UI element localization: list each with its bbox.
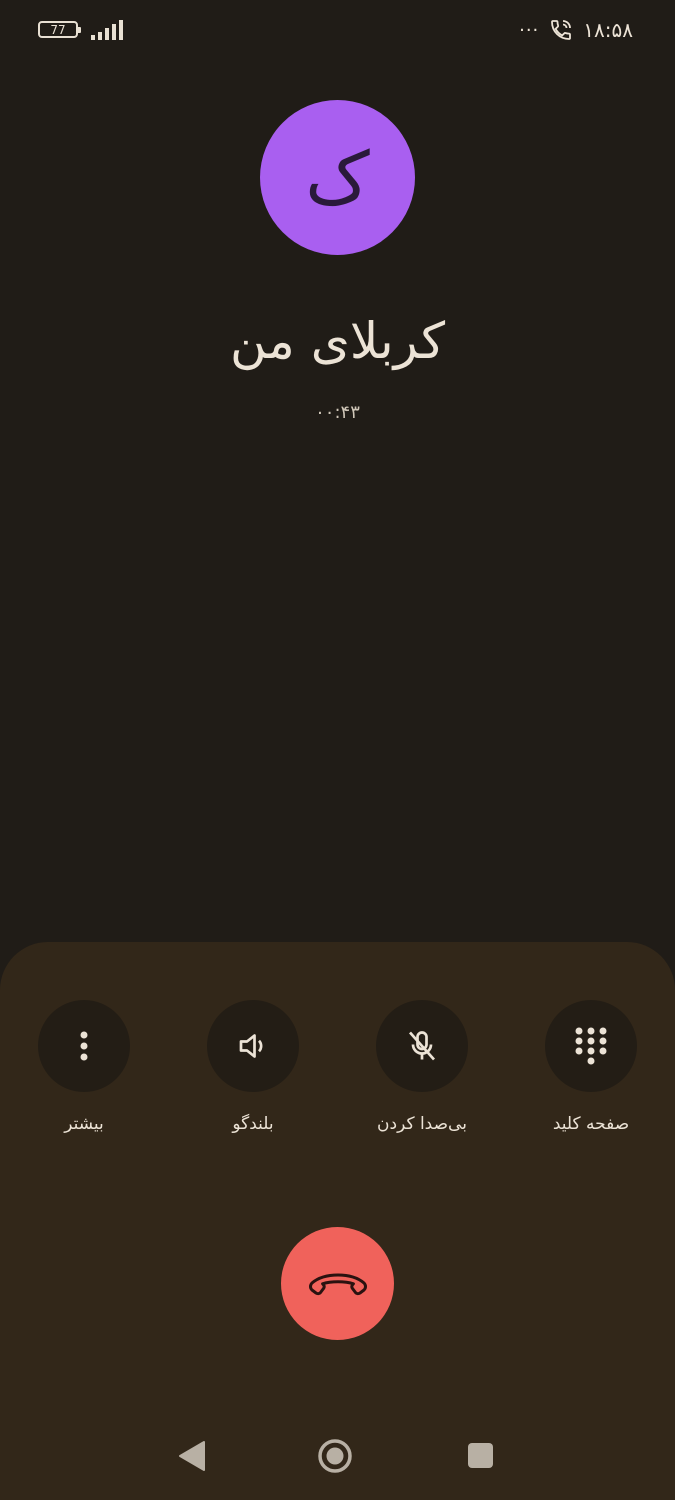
hangup-icon	[308, 1273, 367, 1295]
speaker-label: بلندگو	[232, 1114, 274, 1134]
more-vertical-icon	[80, 1031, 88, 1061]
end-call-button[interactable]	[281, 1227, 394, 1340]
caller-avatar: ک	[260, 100, 415, 255]
keypad-label: صفحه کلید	[552, 1114, 630, 1134]
status-bar: 77 ··· ۱۸:۵۸	[0, 0, 675, 60]
battery-level: 77	[50, 22, 66, 37]
more-label: بیشتر	[64, 1114, 104, 1134]
keypad-button[interactable]	[545, 1000, 637, 1092]
status-time: ۱۸:۵۸	[583, 18, 633, 42]
mute-label: بی‌صدا کردن	[377, 1114, 467, 1134]
back-icon[interactable]	[176, 1440, 206, 1472]
call-screen: 77 ··· ۱۸:۵۸ ک کربلای من ۰۰:۴۳ صفحه کلید…	[0, 0, 675, 1500]
caller-name: کربلای من	[229, 312, 445, 370]
mute-button[interactable]	[376, 1000, 468, 1092]
dialpad-icon	[575, 1027, 607, 1065]
more-button[interactable]	[38, 1000, 130, 1092]
notification-dots: ···	[519, 19, 540, 41]
speaker-icon	[239, 1034, 263, 1058]
recents-icon[interactable]	[468, 1443, 493, 1468]
mic-off-icon	[408, 1031, 436, 1061]
avatar-initial: ک	[305, 135, 370, 220]
call-duration: ۰۰:۴۳	[315, 402, 360, 423]
battery-icon: 77	[38, 21, 81, 38]
home-icon[interactable]	[317, 1438, 353, 1474]
speaker-button[interactable]	[207, 1000, 299, 1092]
signal-icon	[91, 20, 123, 40]
status-right: ··· ۱۸:۵۸	[519, 16, 633, 44]
ongoing-call-icon	[551, 20, 572, 40]
